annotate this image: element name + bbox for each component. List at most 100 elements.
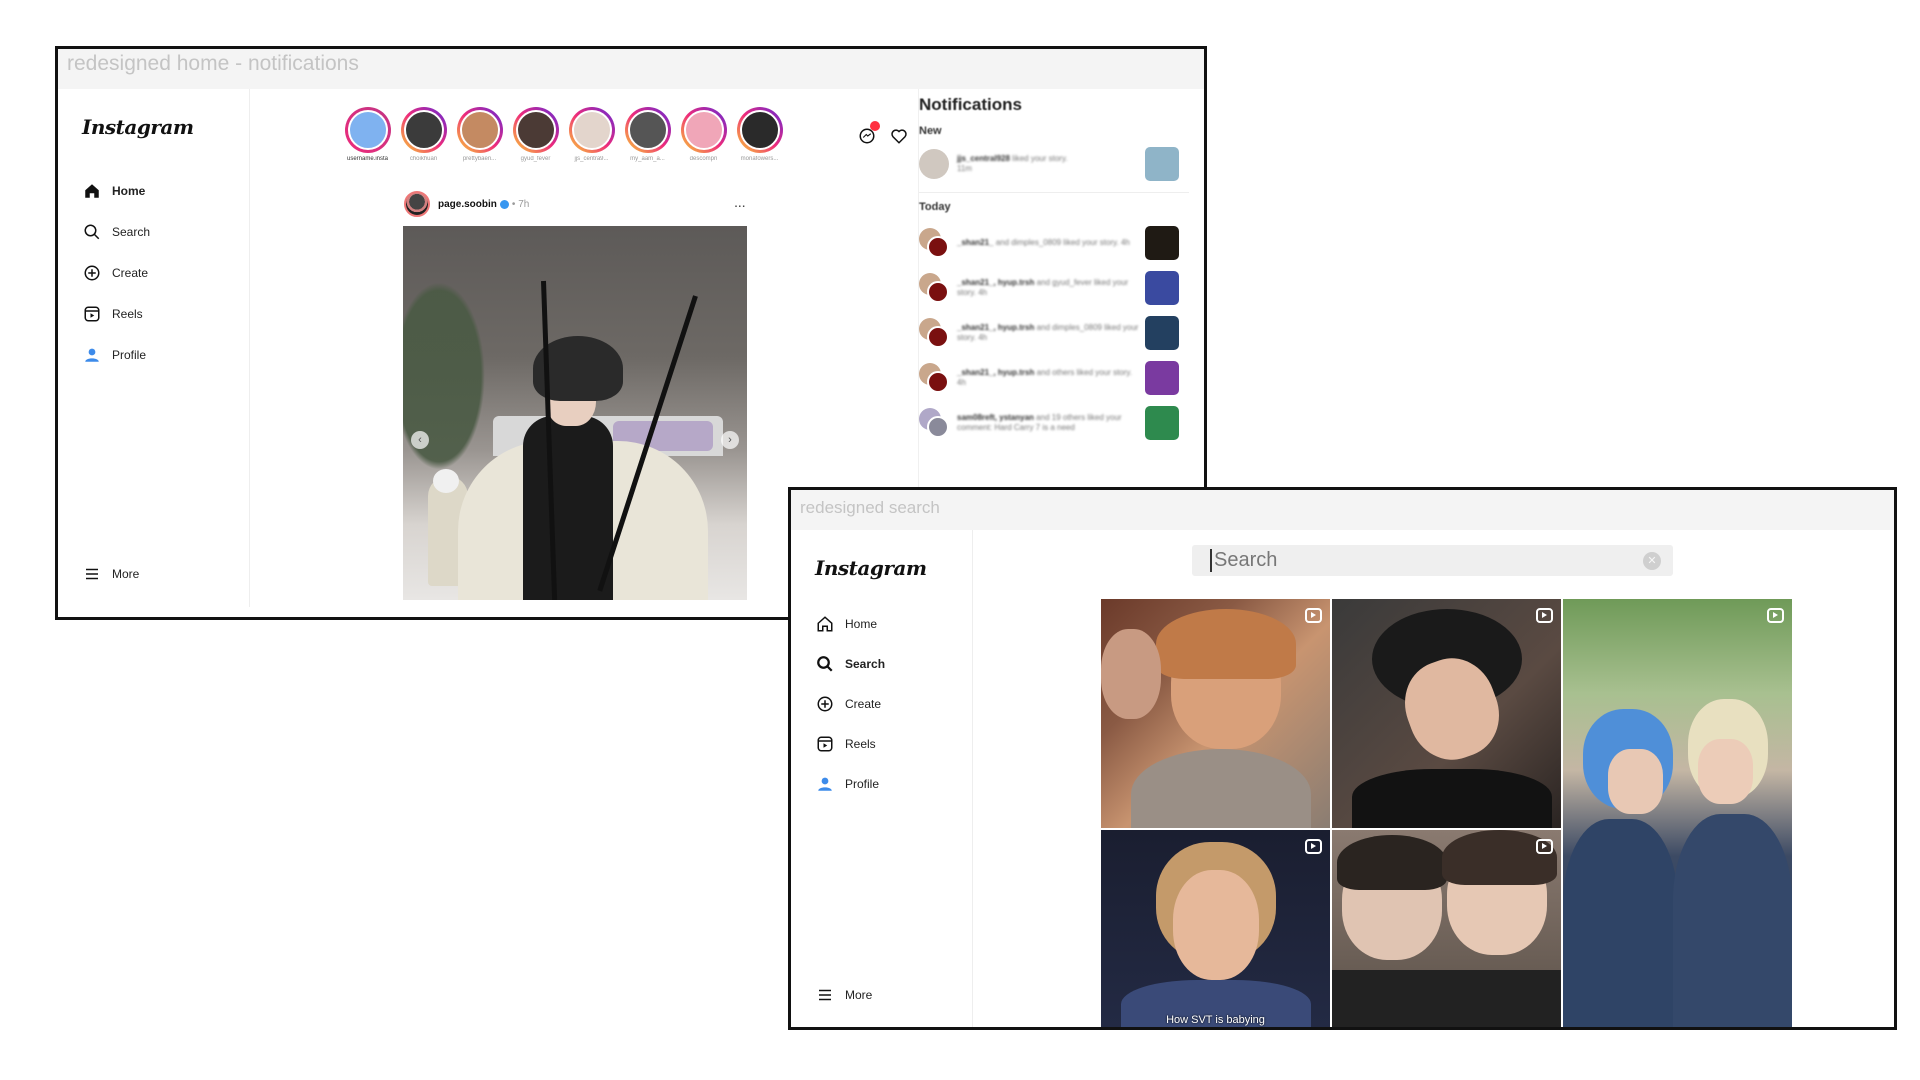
sidebar: Instagram Home Search Create Reels Profi… <box>58 89 250 607</box>
notifications-title: Notifications <box>919 95 1022 114</box>
explore-grid-item[interactable] <box>1101 599 1330 828</box>
nav-reels[interactable]: Reels <box>82 304 143 324</box>
story-username: jjs_centra9... <box>574 156 609 162</box>
story-username: my_aam_a... <box>630 156 665 162</box>
post-photo-trees <box>403 266 493 486</box>
post-image[interactable]: ‹ › <box>403 226 747 600</box>
reel-icon <box>1536 839 1553 854</box>
notification-user: _shan21_, hyup.trsh <box>957 323 1035 332</box>
notification-thumbnail[interactable] <box>1145 316 1179 350</box>
notification-avatar <box>919 408 949 438</box>
story-username: monafowers... <box>740 156 779 162</box>
story-username: gyud_fever <box>520 156 551 162</box>
verified-icon <box>499 199 509 209</box>
nav-label: More <box>112 567 140 581</box>
nav-label: Reels <box>112 307 143 321</box>
nav-search[interactable]: Search <box>815 654 885 674</box>
notification-text: and dimples_0809 liked your story. 4h <box>995 238 1130 247</box>
story-item[interactable]: prettybaen... <box>456 107 503 162</box>
story-item[interactable]: my_aam_a... <box>624 107 671 162</box>
notification-avatar <box>919 318 949 348</box>
reels-icon <box>82 304 102 324</box>
nav-more[interactable]: More <box>82 564 139 584</box>
messenger-icon[interactable] <box>858 121 880 150</box>
reels-icon <box>815 734 835 754</box>
explore-grid-item[interactable] <box>1332 830 1561 1027</box>
notification-item[interactable]: sam08reft, ystanyan and 19 others liked … <box>919 404 1179 442</box>
notification-item[interactable]: _shan21_, hyup.trsh and others liked you… <box>919 359 1179 397</box>
story-item[interactable]: monafowers... <box>736 107 783 162</box>
story-item[interactable]: descompn <box>680 107 727 162</box>
top-actions <box>858 121 908 150</box>
search-input[interactable] <box>1210 549 1643 572</box>
clear-search-icon[interactable]: ✕ <box>1643 551 1661 570</box>
explore-grid-item[interactable] <box>1563 599 1792 1027</box>
notification-user: jjs_central928 <box>957 154 1010 163</box>
nav-search[interactable]: Search <box>82 222 150 242</box>
nav-create[interactable]: Create <box>815 694 881 714</box>
nav-create[interactable]: Create <box>82 263 148 283</box>
explore-grid-item[interactable] <box>1332 599 1561 828</box>
notification-user: sam08reft, ystanyan <box>957 413 1034 422</box>
sidebar: Instagram Home Search Create Reels Profi… <box>791 530 973 1027</box>
post-photo-scarf <box>523 416 613 600</box>
story-avatar <box>347 110 388 150</box>
reel-icon <box>1305 608 1322 623</box>
heart-icon[interactable] <box>890 127 908 150</box>
post-avatar[interactable] <box>404 191 430 217</box>
nav-label: Home <box>112 184 146 198</box>
notification-user: _shan21_, hyup.trsh <box>957 278 1035 287</box>
profile-icon <box>82 345 102 365</box>
nav-label: Search <box>845 657 886 671</box>
notification-thumbnail[interactable] <box>1145 271 1179 305</box>
stories-bar: username.insta choikhuan prettybaen... g… <box>344 107 783 162</box>
create-icon <box>815 694 835 714</box>
more-options-icon[interactable]: ... <box>735 199 746 210</box>
notification-thumbnail[interactable] <box>1145 406 1179 440</box>
notification-thumbnail[interactable] <box>1145 361 1179 395</box>
nav-profile[interactable]: Profile <box>82 345 146 365</box>
section-today: Today <box>919 201 951 213</box>
notification-item[interactable]: _shan21_ and dimples_0809 liked your sto… <box>919 224 1179 262</box>
search-window: redesigned search Instagram Home Search … <box>788 487 1897 1030</box>
carousel-next-icon[interactable]: › <box>721 431 739 449</box>
story-avatar <box>739 110 780 150</box>
nav-profile[interactable]: Profile <box>815 774 879 794</box>
nav-label: Create <box>845 697 882 711</box>
post-header: page.soobin • 7h ... <box>404 191 746 217</box>
video-caption: How SVT is babying <box>1166 1014 1265 1026</box>
story-item[interactable]: gyud_fever <box>512 107 559 162</box>
carousel-prev-icon[interactable]: ‹ <box>411 431 429 449</box>
instagram-logo[interactable]: Instagram <box>815 556 927 580</box>
notification-thumbnail[interactable] <box>1145 226 1179 260</box>
profile-icon <box>815 774 835 794</box>
story-item[interactable]: username.insta <box>344 107 391 162</box>
notification-thumbnail[interactable] <box>1145 147 1179 181</box>
nav-home[interactable]: Home <box>82 181 145 201</box>
notification-avatar <box>919 363 949 393</box>
reel-icon <box>1536 608 1553 623</box>
story-item[interactable]: choikhuan <box>400 107 447 162</box>
explore-grid-item[interactable]: How SVT is babying <box>1101 830 1330 1027</box>
nav-home[interactable]: Home <box>815 614 877 634</box>
notification-time: 11m <box>957 164 972 173</box>
story-username: choikhuan <box>409 156 438 162</box>
notification-avatar <box>919 273 949 303</box>
notification-item[interactable]: _shan21_, hyup.trsh and gyud_fever liked… <box>919 269 1179 307</box>
nav-reels[interactable]: Reels <box>815 734 876 754</box>
notification-text: liked your story. <box>1012 154 1068 163</box>
nav-label: Create <box>112 266 149 280</box>
window-title: redesigned home - notifications <box>58 49 1204 89</box>
menu-icon <box>815 985 835 1005</box>
search-bar: ✕ <box>1192 545 1673 576</box>
notification-badge <box>870 121 880 131</box>
post-username[interactable]: page.soobin <box>438 199 497 210</box>
instagram-logo[interactable]: Instagram <box>82 115 194 139</box>
notification-item[interactable]: jjs_central928 liked your story. 11m <box>919 145 1179 183</box>
notification-item[interactable]: _shan21_, hyup.trsh and dimples_0809 lik… <box>919 314 1179 352</box>
post-photo-child-helmet <box>433 469 459 493</box>
search-icon <box>82 222 102 242</box>
story-item[interactable]: jjs_centra9... <box>568 107 615 162</box>
home-icon <box>815 614 835 634</box>
nav-more[interactable]: More <box>815 985 872 1005</box>
